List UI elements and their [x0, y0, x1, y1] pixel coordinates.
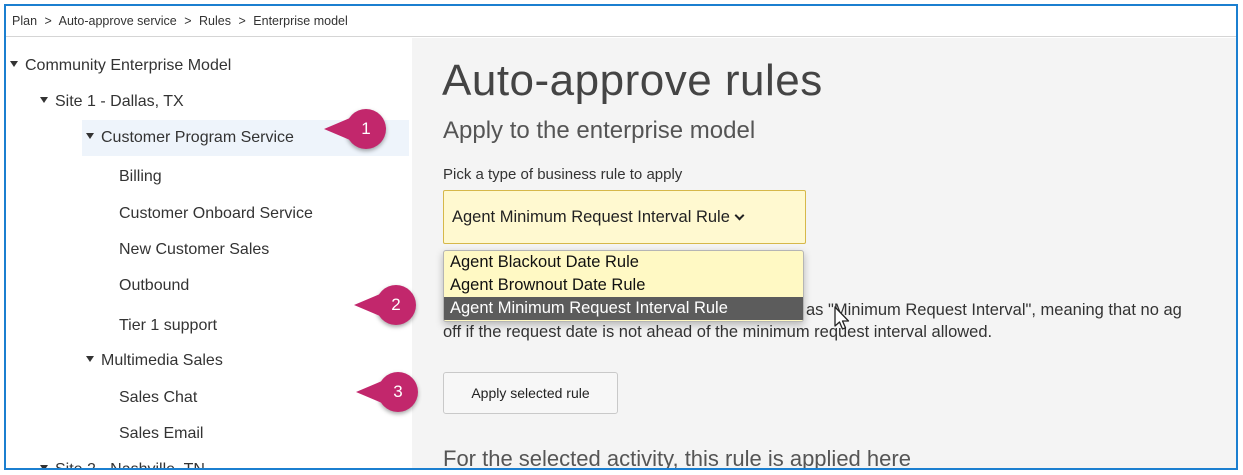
tree-item-label: Customer Program Service: [101, 129, 294, 146]
option-minimum-request-interval-rule[interactable]: Agent Minimum Request Interval Rule: [444, 297, 803, 320]
tree-item-root[interactable]: Community Enterprise Model: [10, 56, 231, 76]
page-subtitle: Apply to the enterprise model: [443, 117, 756, 144]
breadcrumb-separator: >: [44, 14, 52, 28]
tree-item-sales-email[interactable]: Sales Email: [119, 424, 203, 444]
caret-down-icon[interactable]: [10, 61, 18, 68]
tree-item-label: Site 1 - Dallas, TX: [55, 93, 184, 110]
chevron-down-icon: [734, 210, 745, 221]
enterprise-tree: Community Enterprise Model Site 1 - Dall…: [6, 38, 411, 470]
tree-item-sales-chat[interactable]: Sales Chat: [119, 388, 197, 408]
mouse-pointer-icon: [834, 306, 850, 330]
breadcrumb-item-enterprise-model: Enterprise model: [253, 14, 348, 28]
breadcrumb-separator: >: [184, 14, 192, 28]
callout-badge-1: 1: [324, 109, 386, 149]
tree-item-outbound[interactable]: Outbound: [119, 276, 189, 296]
main-panel: Auto-approve rules Apply to the enterpri…: [412, 38, 1236, 468]
tree-item-label: Community Enterprise Model: [25, 57, 232, 74]
breadcrumb-item-rules[interactable]: Rules: [199, 14, 231, 28]
apply-selected-rule-button[interactable]: Apply selected rule: [443, 372, 618, 414]
option-brownout-date-rule[interactable]: Agent Brownout Date Rule: [444, 274, 803, 297]
page-title: Auto-approve rules: [442, 56, 823, 105]
breadcrumb: Plan > Auto-approve service > Rules > En…: [6, 6, 1236, 37]
callout-badge-2: 2: [354, 285, 416, 325]
rule-type-select[interactable]: Agent Minimum Request Interval Rule: [443, 190, 806, 244]
tree-item-multimedia-sales[interactable]: Multimedia Sales: [86, 351, 223, 371]
breadcrumb-item-plan[interactable]: Plan: [12, 14, 37, 28]
tree-item-tier1-support[interactable]: Tier 1 support: [119, 316, 217, 336]
caret-down-icon[interactable]: [86, 133, 94, 140]
tree-item-customer-onboard-service[interactable]: Customer Onboard Service: [119, 204, 313, 224]
caret-down-icon[interactable]: [40, 465, 48, 468]
tree-item-label: Multimedia Sales: [101, 352, 223, 369]
option-blackout-date-rule[interactable]: Agent Blackout Date Rule: [444, 251, 803, 274]
rule-description-line2: off if the request date is not ahead of …: [443, 323, 993, 341]
breadcrumb-separator: >: [238, 14, 246, 28]
callout-badge-3: 3: [356, 372, 418, 412]
rule-description-line1: as "Minimum Request Interval", meaning t…: [806, 301, 1182, 319]
caret-down-icon[interactable]: [86, 356, 94, 363]
selected-rule-value: Agent Minimum Request Interval Rule: [452, 208, 730, 226]
caret-down-icon[interactable]: [40, 97, 48, 104]
app-frame: Plan > Auto-approve service > Rules > En…: [4, 4, 1238, 470]
applied-here-heading: For the selected activity, this rule is …: [443, 446, 911, 470]
rule-type-label: Pick a type of business rule to apply: [443, 166, 683, 183]
breadcrumb-item-auto-approve[interactable]: Auto-approve service: [59, 14, 177, 28]
tree-item-site1[interactable]: Site 1 - Dallas, TX: [40, 92, 184, 112]
tree-item-label: Site 2 - Nashville, TN: [55, 461, 205, 470]
tree-item-new-customer-sales[interactable]: New Customer Sales: [119, 240, 269, 260]
tree-item-billing[interactable]: Billing: [119, 167, 162, 187]
tree-item-site2[interactable]: Site 2 - Nashville, TN: [40, 460, 205, 470]
rule-type-dropdown: Agent Blackout Date Rule Agent Brownout …: [443, 250, 804, 322]
